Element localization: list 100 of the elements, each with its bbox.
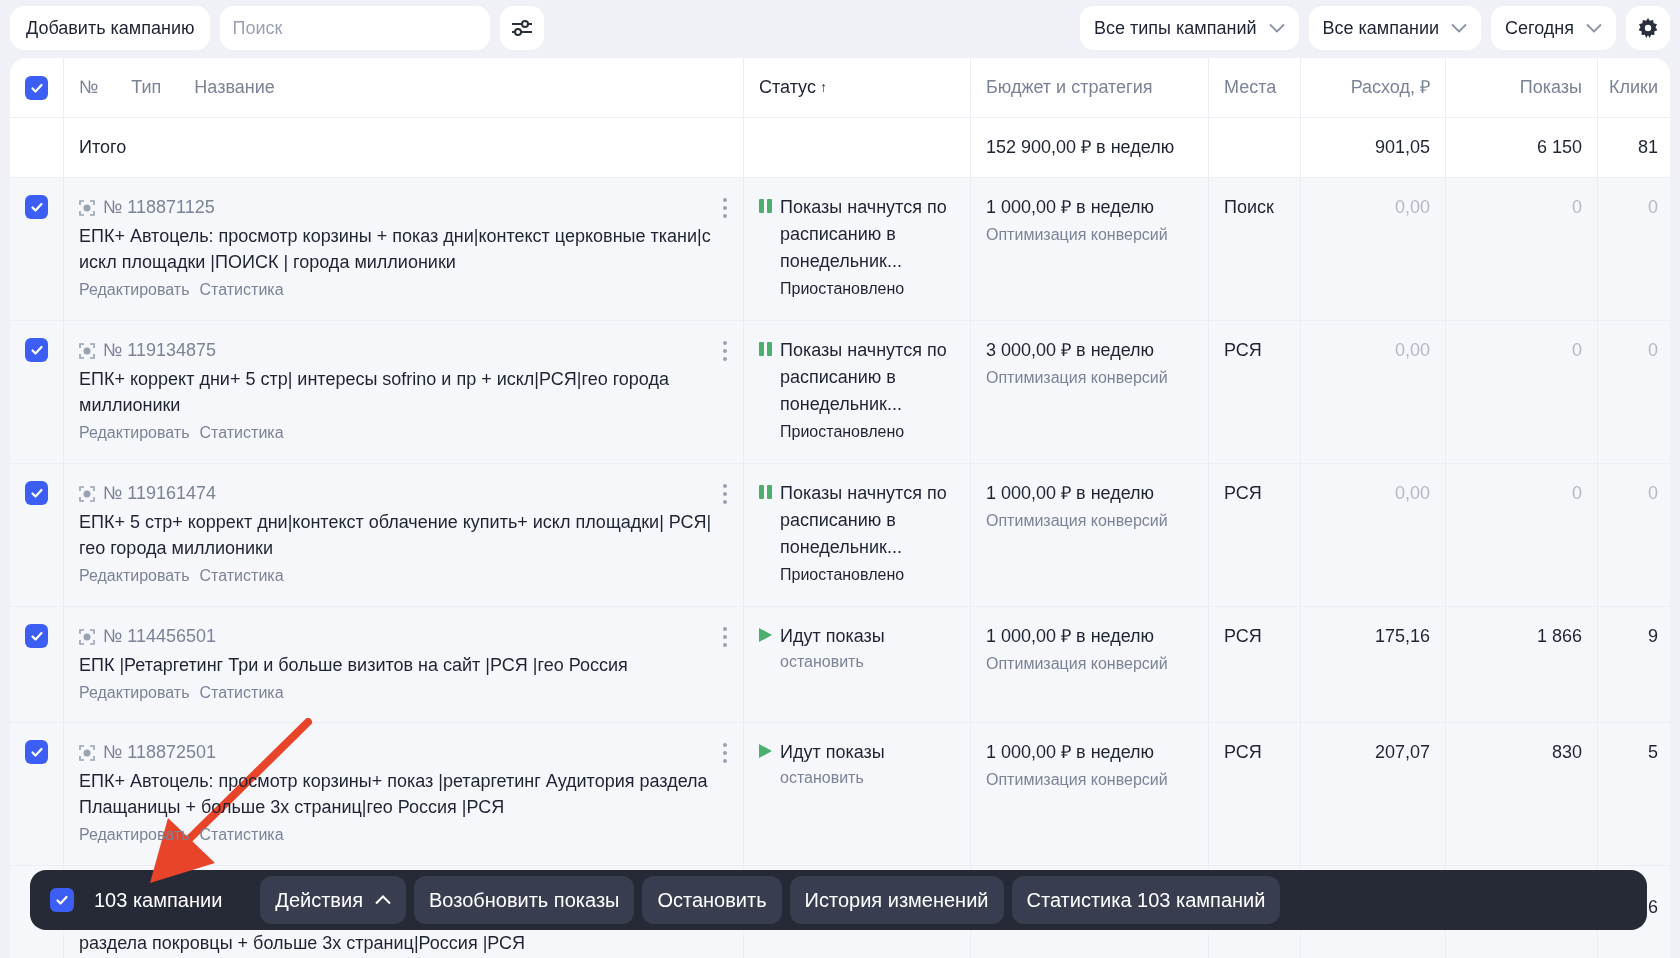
row-link[interactable]: Статистика: [199, 823, 284, 847]
status-note: Приостановлено: [780, 565, 906, 585]
status-text: Показы начнутся по расписанию в понедельник...: [780, 196, 948, 273]
row-link[interactable]: Редактировать: [79, 278, 190, 302]
column-header[interactable]: Статус: [759, 74, 816, 101]
column-header[interactable]: Бюджет и стратегия: [986, 74, 1153, 101]
table-cell: 0: [1572, 483, 1582, 503]
campaign-name[interactable]: раздела покровцы + больше 3х страниц|Россия |РСЯ: [79, 933, 526, 953]
strategy-text: Оптимизация конверсий: [986, 511, 1169, 531]
status-text: Идут показы: [780, 741, 885, 764]
table-cell-text: 152 900,00 ₽ в неделю: [986, 136, 1175, 159]
table-cell: 830: [1551, 742, 1582, 762]
filter-settings-button[interactable]: [500, 6, 545, 50]
play-icon: [759, 744, 772, 758]
budget-text: 3 000,00 ₽ в неделю: [986, 339, 1156, 362]
column-header[interactable]: Показы: [1519, 74, 1582, 101]
strategy-text: Оптимизация конверсий: [986, 654, 1169, 674]
table-cell: 5: [1648, 742, 1658, 762]
settings-button[interactable]: [1626, 6, 1670, 50]
filter-dropdown[interactable]: Сегодня: [1491, 6, 1616, 50]
campaign-number: № 119161474: [103, 482, 217, 505]
table-cell: 0,00: [1394, 340, 1430, 360]
row-link[interactable]: Статистика: [199, 421, 284, 445]
checkbox[interactable]: [25, 624, 48, 648]
campaign-number: № 118872501: [103, 741, 217, 764]
pause-icon: [759, 485, 772, 499]
strategy-text: Оптимизация конверсий: [986, 225, 1169, 245]
table-cell: РСЯ: [1224, 340, 1262, 360]
table-cell: 6: [1648, 897, 1658, 917]
budget-text: 1 000,00 ₽ в неделю: [986, 741, 1156, 764]
strategy-text: Оптимизация конверсий: [986, 368, 1169, 388]
action-button[interactable]: Остановить: [642, 876, 782, 924]
table-cell: 0,00: [1394, 197, 1430, 217]
campaign-number: № 118871125: [103, 196, 215, 219]
row-link[interactable]: Редактировать: [79, 421, 190, 445]
filter-dropdown[interactable]: Все кампании: [1308, 6, 1481, 50]
check-icon: [29, 486, 44, 500]
status-note: Приостановлено: [780, 279, 906, 299]
table-cell-text: 81: [1637, 136, 1658, 159]
budget-text: 1 000,00 ₽ в неделю: [986, 625, 1156, 648]
campaign-type-icon: [79, 342, 95, 359]
table-cell: 0: [1648, 483, 1658, 503]
row-link[interactable]: Редактировать: [79, 564, 190, 588]
campaign-name[interactable]: ЕПК+ коррект дни+ 5 стр| интересы sofrino и пр + искл|РСЯ|гео города миллионики: [79, 366, 728, 418]
action-button[interactable]: Возобновить показы: [414, 876, 635, 924]
table-cell: 0: [1648, 197, 1658, 217]
column-header[interactable]: Места: [1224, 74, 1277, 101]
table-cell-text: 6 150: [1536, 136, 1582, 159]
column-header[interactable]: Тип: [131, 74, 162, 101]
sort-arrow-icon: ↑: [819, 77, 827, 98]
chevron-down-icon: [1451, 23, 1467, 33]
search-field[interactable]: Поиск: [220, 6, 491, 50]
sliders-icon: [511, 19, 534, 37]
action-button[interactable]: История изменений: [789, 876, 1004, 924]
stop-link[interactable]: остановить: [780, 650, 885, 674]
campaign-number: № 114456501: [103, 625, 217, 648]
table-cell: 0: [1572, 197, 1582, 217]
column-header[interactable]: №: [79, 74, 99, 101]
row-link[interactable]: Статистика: [199, 278, 284, 302]
add-campaign-button[interactable]: Добавить кампанию: [10, 6, 211, 50]
check-icon: [29, 745, 44, 759]
table-cell: РСЯ: [1224, 483, 1262, 503]
table-cell: 1 866: [1536, 626, 1582, 646]
checkbox[interactable]: [50, 888, 74, 912]
campaign-type-icon: [79, 485, 95, 502]
checkbox[interactable]: [25, 75, 48, 100]
stop-link[interactable]: остановить: [780, 766, 885, 790]
chevron-up-icon: [375, 895, 391, 905]
settings-icon: [1637, 17, 1659, 39]
action-button[interactable]: Действия: [260, 876, 406, 924]
table-cell: РСЯ: [1224, 626, 1262, 646]
check-icon: [29, 200, 44, 214]
checkbox[interactable]: [25, 740, 48, 764]
campaign-number: № 119134875: [103, 339, 217, 362]
campaign-name[interactable]: ЕПК+ Автоцель: просмотр корзины + показ дни|контекст церковные ткани|с искл площадки |ПОИСК | города миллионики: [79, 223, 728, 275]
row-link[interactable]: Статистика: [199, 681, 284, 705]
campaign-type-icon: [79, 199, 95, 216]
table-cell: 207,07: [1374, 742, 1430, 762]
table-cell: 0: [1572, 340, 1582, 360]
row-link[interactable]: Статистика: [199, 564, 284, 588]
column-header[interactable]: Название: [194, 74, 275, 101]
checkbox[interactable]: [25, 338, 48, 362]
campaign-type-icon: [79, 744, 95, 761]
action-button[interactable]: Статистика 103 кампаний: [1011, 876, 1281, 924]
checkbox[interactable]: [25, 195, 48, 219]
campaign-name[interactable]: ЕПК |Ретаргетинг Три и больше визитов на сайт |РСЯ |гео Россия: [79, 652, 728, 678]
campaign-name[interactable]: ЕПК+ 5 стр+ коррект дни|контекст облачение купить+ искл площадки| РСЯ| гео города миллионики: [79, 509, 728, 561]
table-cell: 175,16: [1374, 626, 1430, 646]
strategy-text: Оптимизация конверсий: [986, 770, 1169, 790]
column-header[interactable]: Расход, ₽: [1350, 74, 1430, 101]
row-link[interactable]: Редактировать: [79, 681, 190, 705]
filter-dropdown[interactable]: Все типы кампаний: [1080, 6, 1299, 50]
table-cell: 0,00: [1394, 483, 1430, 503]
column-header[interactable]: Клики: [1609, 74, 1658, 101]
play-icon: [759, 628, 772, 642]
status-text: Показы начнутся по расписанию в понедельник...: [780, 339, 948, 416]
pause-icon: [759, 199, 772, 213]
selection-count: 103 кампании: [94, 888, 223, 913]
checkbox[interactable]: [25, 481, 48, 505]
check-icon: [29, 343, 44, 357]
